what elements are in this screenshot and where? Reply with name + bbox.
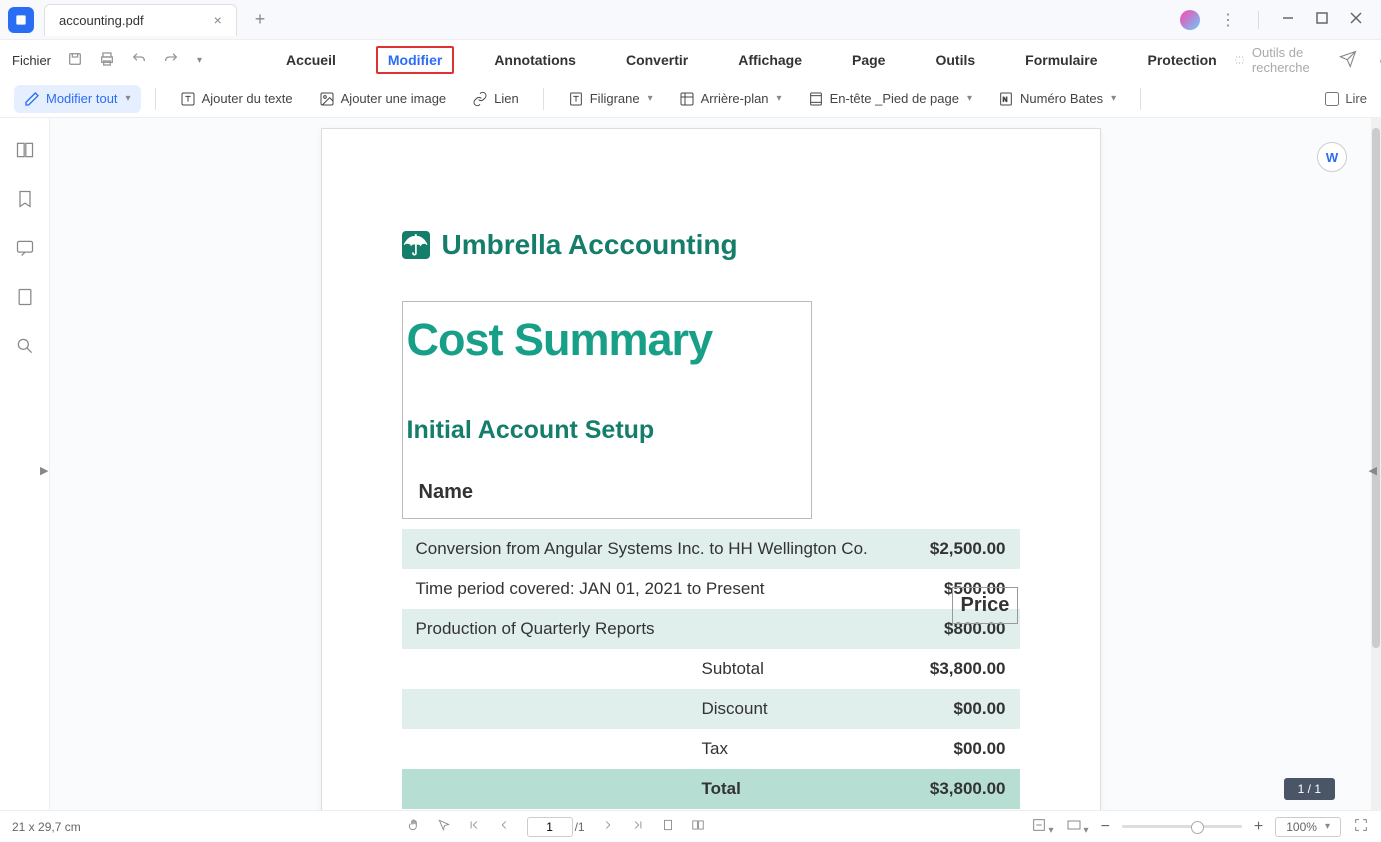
subtotal-row: Subtotal$3,800.00 [402,649,1020,689]
attachments-icon[interactable] [15,287,35,310]
menu-convertir[interactable]: Convertir [616,46,698,74]
zoom-in-icon[interactable]: + [1254,818,1263,836]
menubar: Fichier ▾ Accueil Modifier Annotations C… [0,40,1381,80]
sparkle-icon [1235,52,1244,68]
minimize-icon[interactable] [1281,11,1295,28]
search-tools[interactable]: Outils de recherche [1235,45,1317,75]
single-page-icon[interactable] [661,818,675,835]
cost-table: Conversion from Angular Systems Inc. to … [402,529,1020,809]
document-canvas[interactable]: ☂ Umbrella Acccounting Cost Summary Init… [50,118,1371,810]
titlebar: accounting.pdf × + ⋮ [0,0,1381,40]
table-row: Production of Quarterly Reports$800.00 [402,609,1020,649]
lire-checkbox[interactable]: Lire [1325,91,1367,106]
company-logo-icon: ☂ [402,231,430,259]
bates-button[interactable]: N Numéro Bates▾ [988,85,1126,113]
save-icon[interactable] [67,51,83,70]
view-mode-icon[interactable]: ▾ [1066,817,1089,836]
menu-formulaire[interactable]: Formulaire [1015,46,1107,74]
background-icon [679,91,695,107]
col-price: Price [952,587,1019,624]
link-icon [472,91,488,107]
tax-row: Tax$00.00 [402,729,1020,769]
share-icon[interactable] [1339,50,1357,71]
user-avatar-icon[interactable] [1180,10,1200,30]
zoom-controls: ▾ ▾ − + 100%▾ [1031,817,1369,837]
menu-outils[interactable]: Outils [925,46,985,74]
next-page-icon[interactable] [601,818,615,835]
last-page-icon[interactable] [631,818,645,835]
redo-icon[interactable] [163,51,179,70]
document-tab[interactable]: accounting.pdf × [44,4,237,36]
main-menu: Accueil Modifier Annotations Convertir A… [276,46,1227,74]
ajouter-texte-button[interactable]: Ajouter du texte [170,85,303,113]
header-footer-icon [808,91,824,107]
comments-icon[interactable] [15,238,35,261]
company-header: ☂ Umbrella Acccounting [402,229,1020,261]
menu-affichage[interactable]: Affichage [728,46,812,74]
maximize-icon[interactable] [1315,11,1329,28]
page-number-input[interactable] [527,817,573,837]
edit-toolbar: Modifier tout▾ Ajouter du texte Ajouter … [0,80,1381,118]
lien-button[interactable]: Lien [462,85,529,113]
zoom-slider[interactable] [1122,825,1242,828]
export-word-button[interactable]: W [1317,142,1347,172]
filigrane-button[interactable]: Filigrane▾ [558,85,663,113]
tab-title: accounting.pdf [59,13,144,28]
thumbnails-icon[interactable] [15,140,35,163]
app-logo-icon [8,7,34,33]
statusbar: 21 x 29,7 cm /1 ▾ ▾ − + 100%▾ [0,810,1381,842]
col-name: Name [407,473,807,512]
close-window-icon[interactable] [1349,11,1363,28]
menu-accueil[interactable]: Accueil [276,46,346,74]
svg-text:N: N [1003,96,1008,103]
image-icon [319,91,335,107]
undo-icon[interactable] [131,51,147,70]
bates-icon: N [998,91,1014,107]
total-row: Total$3,800.00 [402,769,1020,809]
page-badge: 1 / 1 [1284,778,1335,800]
select-tool-icon[interactable] [437,818,451,835]
expand-left-icon[interactable]: ▶ [40,464,48,477]
search-icon[interactable] [15,336,35,359]
table-row: Time period covered: JAN 01, 2021 to Pre… [402,569,1020,609]
text-icon [180,91,196,107]
modifier-tout-button[interactable]: Modifier tout▾ [14,85,141,113]
menu-annotations[interactable]: Annotations [484,46,586,74]
more-menu-icon[interactable]: ⋮ [1220,10,1236,30]
first-page-icon[interactable] [467,818,481,835]
doc-subtitle: Initial Account Setup [407,416,807,445]
pdf-page: ☂ Umbrella Acccounting Cost Summary Init… [321,128,1101,810]
file-menu[interactable]: Fichier [12,53,51,68]
page-dimensions: 21 x 29,7 cm [12,820,81,834]
zoom-value-dropdown[interactable]: 100%▾ [1275,817,1341,837]
menu-protection[interactable]: Protection [1138,46,1227,74]
bookmarks-icon[interactable] [15,189,35,212]
qat-dropdown-icon[interactable]: ▾ [197,55,202,66]
fullscreen-icon[interactable] [1353,817,1369,836]
watermark-icon [568,91,584,107]
add-tab-button[interactable]: + [247,5,274,34]
print-icon[interactable] [99,51,115,70]
table-row: Conversion from Angular Systems Inc. to … [402,529,1020,569]
zoom-out-icon[interactable]: − [1101,818,1110,836]
fit-width-icon[interactable]: ▾ [1031,817,1054,836]
menu-page[interactable]: Page [842,46,895,74]
prev-page-icon[interactable] [497,818,511,835]
hand-tool-icon[interactable] [407,818,421,835]
ajouter-image-button[interactable]: Ajouter une image [309,85,457,113]
arriere-plan-button[interactable]: Arrière-plan▾ [669,85,792,113]
expand-right-icon[interactable]: ◀ [1369,464,1377,477]
two-page-icon[interactable] [691,818,705,835]
discount-row: Discount$00.00 [402,689,1020,729]
entete-pied-button[interactable]: En-tête _Pied de page▾ [798,85,982,113]
doc-title: Cost Summary [407,314,807,366]
edit-selection-box[interactable]: Cost Summary Initial Account Setup Name [402,301,812,519]
workarea: ▶ ☂ Umbrella Acccounting Cost Summary In… [0,118,1381,810]
page-navigation: /1 [407,817,705,837]
menu-modifier[interactable]: Modifier [376,46,454,74]
close-tab-icon[interactable]: × [214,12,222,28]
